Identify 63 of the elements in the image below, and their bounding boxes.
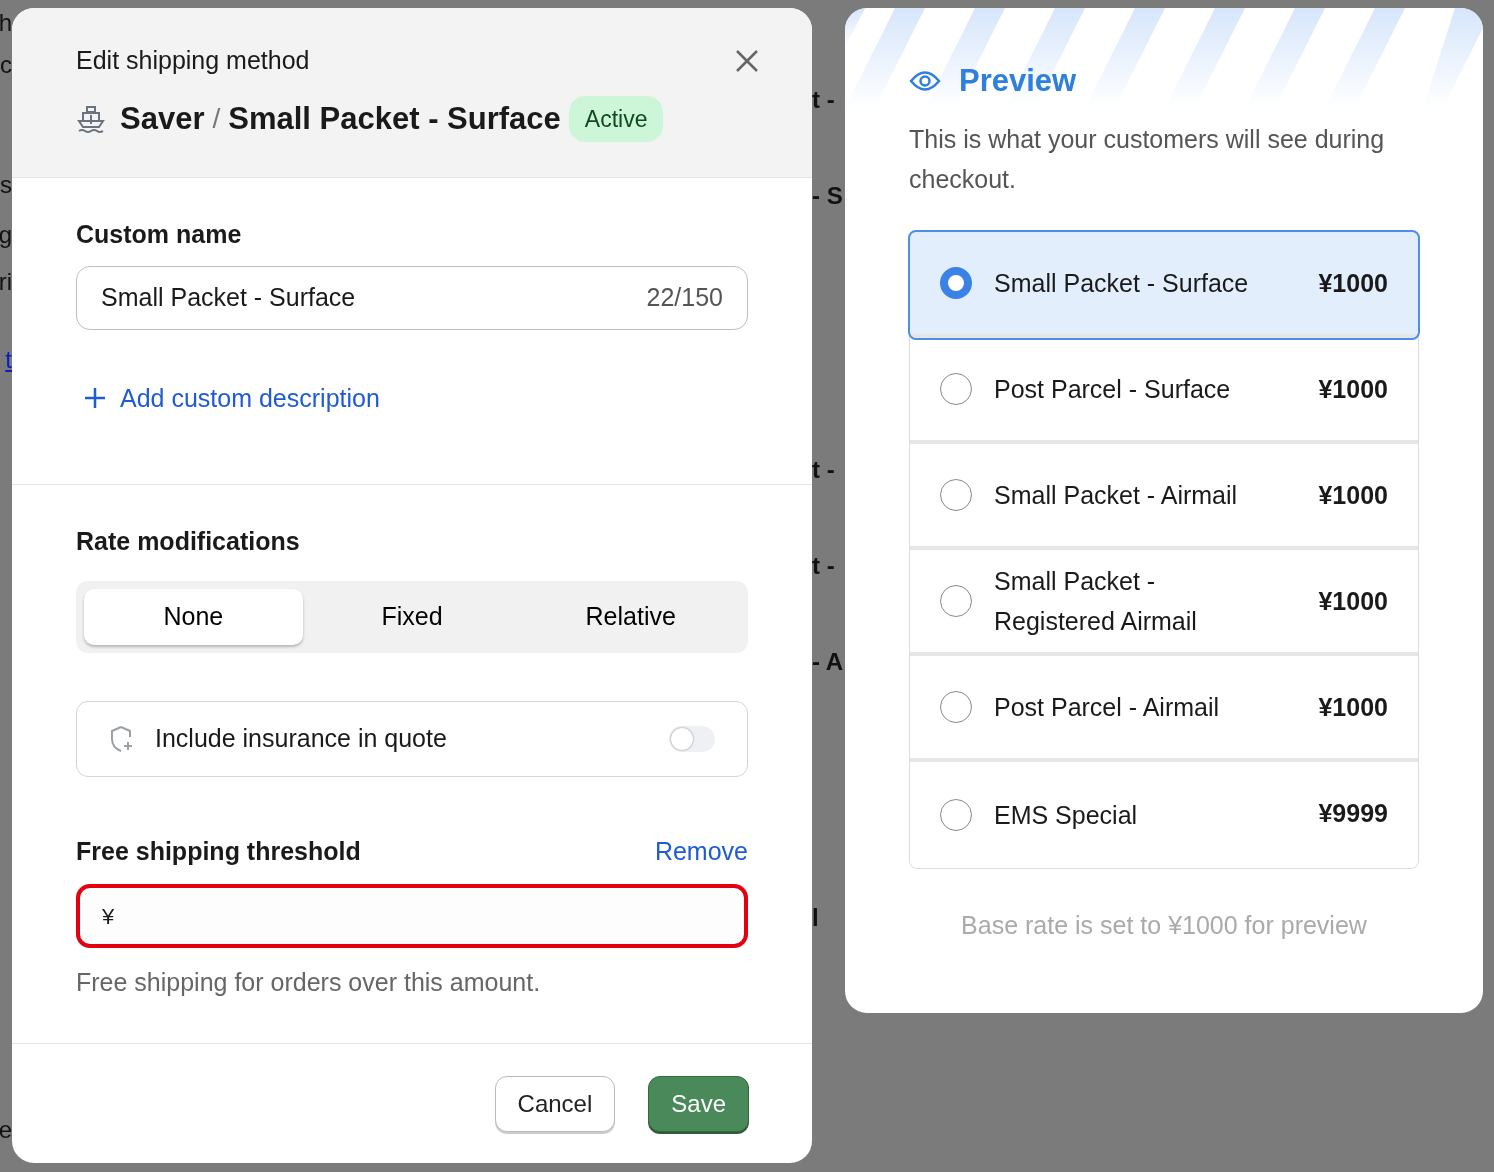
option-price: ¥9999 [1318, 797, 1388, 829]
dialog-subtitle: Edit shipping method [76, 45, 310, 76]
field-label: Free shipping threshold [76, 835, 361, 867]
option-name: Post Parcel - Surface [994, 373, 1232, 405]
save-button[interactable]: Save [648, 1075, 749, 1132]
threshold-field[interactable]: ¥ [76, 884, 748, 948]
dialog-title: Small Packet - Surface [228, 99, 561, 138]
insurance-toggle[interactable] [669, 725, 715, 752]
breadcrumb-separator: / [212, 101, 221, 136]
radio-button[interactable] [940, 584, 972, 617]
option-price: ¥1000 [1318, 691, 1388, 723]
remove-link[interactable]: Remove [654, 832, 748, 870]
segment-tab[interactable]: None [84, 588, 303, 645]
add-description-link[interactable]: Add custom description [84, 379, 380, 417]
radio-button[interactable] [940, 372, 972, 405]
radio-button[interactable] [940, 266, 972, 299]
background-text: c [0, 50, 12, 80]
option-name: Small Packet - Surface [994, 267, 1250, 299]
shipping-option[interactable]: Post Parcel - Surface ¥1000 [910, 337, 1418, 444]
cancel-button[interactable]: Cancel [494, 1075, 616, 1132]
option-price: ¥1000 [1318, 479, 1388, 511]
background-text: - S [812, 181, 843, 211]
background-text: g [0, 220, 12, 250]
field-label: Custom name [76, 219, 243, 250]
breadcrumb-parent[interactable]: Saver [120, 95, 205, 142]
shipping-option[interactable]: Post Parcel - Airmail ¥1000 [910, 655, 1418, 762]
option-price: ¥1000 [1318, 267, 1388, 299]
shipping-option[interactable]: EMS Special ¥9999 [910, 761, 1418, 868]
eye-icon [909, 70, 941, 93]
help-text: Free shipping for orders over this amount. [76, 967, 542, 998]
option-price: ¥1000 [1318, 373, 1388, 405]
background-text: s [0, 170, 12, 200]
preview-note: Base rate is set to ¥1000 for preview [960, 909, 1368, 941]
background-text: l [812, 903, 819, 933]
shipping-option[interactable]: Small Packet - Registered Airmail ¥1000 [910, 549, 1418, 656]
background-text: ri [0, 267, 12, 297]
background-text: t - [812, 455, 835, 485]
background-text: e [0, 1115, 12, 1145]
preview-description: This is what your customers will see during checkout. [909, 123, 1386, 195]
status-pill: Active [568, 95, 664, 142]
section-label: Rate modifications [76, 526, 301, 557]
option-name: EMS Special [994, 799, 1139, 831]
option-name: Post Parcel - Airmail [994, 691, 1221, 723]
background-text: t - [812, 85, 835, 115]
custom-name-field[interactable]: Small Packet - Surface 22/150 [76, 265, 748, 330]
radio-button[interactable] [940, 478, 972, 511]
shield-plus-icon [109, 724, 135, 753]
plus-icon [84, 387, 106, 410]
segment-tab[interactable]: Relative [521, 588, 740, 645]
option-name: Small Packet - Airmail [994, 479, 1239, 511]
option-price: ¥1000 [1318, 585, 1388, 617]
radio-button[interactable] [940, 690, 972, 723]
segment-tab[interactable]: Fixed [302, 588, 522, 645]
shipping-option[interactable]: Small Packet - Airmail ¥1000 [910, 443, 1418, 550]
background-text: t - [812, 551, 835, 581]
preview-title: Preview [959, 62, 1077, 100]
ship-icon [76, 103, 106, 134]
option-name: Small Packet - Registered Airmail [994, 565, 1198, 637]
shipping-option[interactable]: Small Packet - Surface ¥1000 [910, 231, 1418, 338]
background-text: h [0, 8, 12, 38]
radio-button[interactable] [940, 798, 972, 831]
insurance-label: Include insurance in quote [155, 722, 448, 754]
background-text: - A [812, 647, 844, 677]
